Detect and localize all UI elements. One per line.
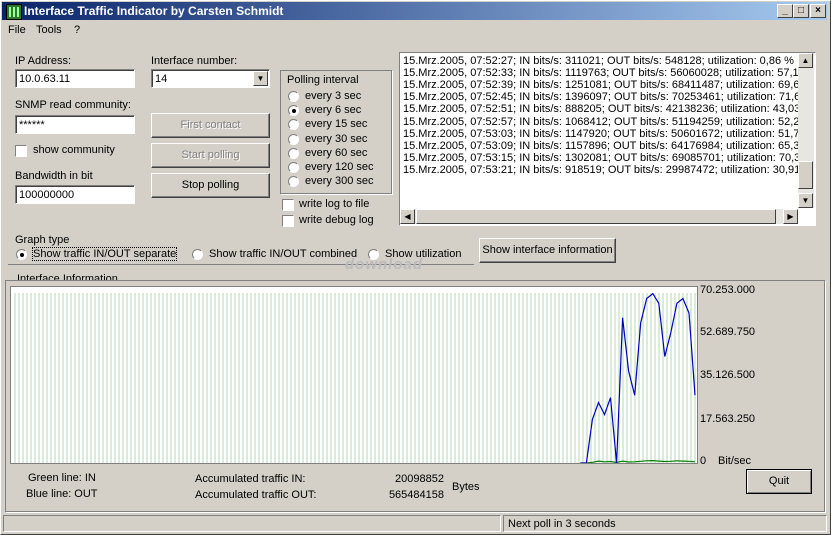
start-polling-button[interactable]: Start polling	[151, 143, 270, 168]
bandwidth-label: Bandwidth in bit	[15, 170, 93, 182]
first-contact-button[interactable]: First contact	[151, 113, 270, 138]
accum-out-value: 565484158	[388, 489, 444, 501]
log-line: 15.Mrz.2005, 07:52:27; IN bits/s: 311021…	[403, 55, 794, 67]
log-line: 15.Mrz.2005, 07:52:33; IN bits/s: 111976…	[403, 67, 805, 80]
write-log-checkbox[interactable]	[282, 199, 294, 211]
log-vscroll-thumb[interactable]	[798, 161, 813, 189]
menu-file[interactable]: File	[8, 24, 26, 36]
app-icon	[6, 4, 22, 20]
scroll-down-icon[interactable]: ▼	[798, 193, 813, 208]
polling-option-label: every 3 sec	[305, 90, 362, 102]
accum-out-label: Accumulated traffic OUT:	[195, 489, 317, 501]
y-tick-label: 17.563.250	[700, 413, 756, 425]
legend-blue: Blue line: OUT	[26, 488, 98, 500]
y-tick-label: 52.689.750	[700, 326, 756, 338]
show-community-checkbox[interactable]	[15, 145, 27, 157]
watermark-text: download	[345, 256, 423, 273]
status-left	[3, 515, 501, 532]
polling-option-label: every 60 sec	[305, 146, 368, 159]
minimize-button[interactable]: _	[777, 4, 793, 18]
bandwidth-input[interactable]: 100000000	[15, 185, 135, 204]
chevron-down-icon[interactable]: ▼	[253, 71, 268, 86]
ip-label: IP Address:	[15, 55, 72, 67]
scroll-left-icon[interactable]: ◀	[400, 209, 415, 224]
scroll-up-icon[interactable]: ▲	[798, 53, 813, 68]
y-axis-unit: Bit/sec	[718, 455, 752, 467]
ip-input[interactable]: 10.0.63.11	[15, 69, 135, 88]
log-line: 15.Mrz.2005, 07:53:03; IN bits/s: 114792…	[403, 127, 806, 140]
log-line: 15.Mrz.2005, 07:52:57; IN bits/s: 106841…	[403, 115, 806, 128]
accum-in-value: 20098852	[395, 473, 444, 485]
log-line: 15.Mrz.2005, 07:53:09; IN bits/s: 115789…	[403, 139, 806, 152]
log-hscrollbar[interactable]: ◀ ▶	[400, 209, 798, 224]
polling-option-label: every 15 sec	[305, 118, 368, 131]
maximize-button[interactable]: □	[793, 4, 809, 18]
interface-info-title: Interface Information	[15, 274, 120, 280]
menu-tools[interactable]: Tools	[36, 24, 62, 36]
polling-radio-3[interactable]	[288, 133, 299, 145]
traffic-chart	[10, 286, 698, 464]
polling-radio-4[interactable]	[288, 147, 299, 159]
in-series-line	[580, 459, 696, 463]
polling-option-label: every 30 sec	[305, 132, 368, 145]
show-community-label: show community	[33, 144, 115, 156]
close-button[interactable]: ×	[810, 4, 826, 18]
stop-polling-button[interactable]: Stop polling	[151, 173, 270, 198]
menu-bar: File Tools ?	[2, 21, 827, 39]
log-hscroll-thumb[interactable]	[416, 209, 776, 224]
polling-option-label: every 6 sec	[305, 104, 362, 117]
graph-type-option-label: Show traffic IN/OUT combined	[209, 248, 358, 260]
quit-button[interactable]: Quit	[746, 469, 812, 494]
log-line: 15.Mrz.2005, 07:52:45; IN bits/s: 139609…	[403, 91, 807, 104]
polling-radio-5[interactable]	[288, 162, 299, 173]
legend-green: Green line: IN	[28, 472, 96, 484]
out-series-line	[580, 292, 696, 463]
log-line: 15.Mrz.2005, 07:53:21; IN bits/s: 918519…	[403, 163, 801, 176]
menu-help[interactable]: ?	[74, 24, 80, 36]
polling-radio-0[interactable]	[288, 91, 299, 102]
community-input[interactable]: ******	[15, 115, 135, 134]
interface-label: Interface number:	[151, 55, 238, 67]
bytes-label: Bytes	[452, 481, 480, 493]
write-log-label: write log to file	[299, 198, 370, 210]
graph-type-radio-1[interactable]	[192, 249, 203, 260]
polling-option-label: every 300 sec	[305, 175, 374, 188]
y-tick-label: 0	[700, 455, 707, 467]
window-title: Interface Traffic Indicator by Carsten S…	[24, 4, 284, 18]
graph-type-title: Graph type	[15, 234, 70, 246]
community-label: SNMP read community:	[15, 99, 131, 111]
write-debug-label: write debug log	[299, 214, 374, 226]
log-list[interactable]: 15.Mrz.2005, 07:52:27; IN bits/s: 311021…	[399, 52, 816, 226]
polling-interval-title: Polling interval	[287, 74, 359, 86]
show-interface-info-button[interactable]: Show interface information	[479, 238, 616, 263]
status-next-poll: Next poll in 3 seconds	[503, 515, 827, 532]
graph-type-option-label: Show traffic IN/OUT separate	[31, 247, 178, 261]
y-tick-label: 70.253.000	[700, 284, 756, 296]
graph-type-radio-0[interactable]	[16, 249, 27, 260]
log-line: 15.Mrz.2005, 07:52:51; IN bits/s: 888205…	[403, 103, 801, 116]
write-debug-checkbox[interactable]	[282, 215, 294, 227]
chart-grid	[14, 293, 696, 463]
interface-select-value: 14	[155, 73, 168, 85]
title-bar[interactable]: Interface Traffic Indicator by Carsten S…	[2, 2, 827, 20]
log-line: 15.Mrz.2005, 07:53:15; IN bits/s: 130208…	[403, 151, 807, 164]
polling-option-label: every 120 sec	[305, 161, 374, 173]
accum-in-label: Accumulated traffic IN:	[195, 473, 306, 485]
log-line: 15.Mrz.2005, 07:52:39; IN bits/s: 125108…	[403, 79, 806, 92]
y-tick-label: 35.126.500	[700, 369, 756, 381]
log-vscrollbar[interactable]: ▲ ▼	[798, 53, 814, 208]
scroll-right-icon[interactable]: ▶	[783, 209, 798, 224]
